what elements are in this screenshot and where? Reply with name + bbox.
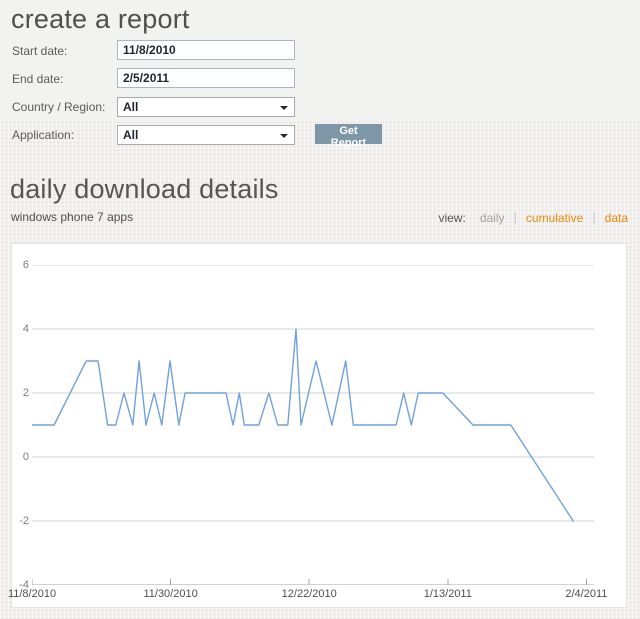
chevron-down-icon bbox=[280, 106, 288, 110]
end-date-label: End date: bbox=[12, 69, 116, 89]
start-date-label: Start date: bbox=[12, 41, 116, 61]
view-controls: view: daily | cumulative | data bbox=[438, 210, 628, 225]
y-axis-label: 6 bbox=[12, 258, 29, 272]
marketplace-report-page: { "report_form": { "title": "create a re… bbox=[0, 0, 640, 619]
x-axis-label: 12/22/2010 bbox=[282, 588, 337, 600]
get-report-button[interactable]: Get Report bbox=[315, 124, 382, 144]
end-date-input[interactable] bbox=[117, 68, 295, 88]
x-axis-label: 1/13/2011 bbox=[424, 588, 472, 600]
download-chart-panel: 6420-2-411/8/201011/30/201012/22/20101/1… bbox=[11, 243, 627, 608]
application-label: Application: bbox=[12, 125, 116, 145]
x-axis-label: 2/4/2011 bbox=[565, 588, 607, 600]
country-region-select[interactable]: All bbox=[117, 97, 295, 117]
application-select[interactable]: All bbox=[117, 125, 295, 145]
application-selected-value: All bbox=[118, 126, 294, 144]
series-line bbox=[32, 329, 573, 521]
view-option-daily[interactable]: daily bbox=[480, 211, 505, 225]
view-separator: | bbox=[592, 210, 595, 225]
country-region-selected-value: All bbox=[118, 98, 294, 116]
view-label: view: bbox=[438, 211, 465, 225]
start-date-input[interactable] bbox=[117, 40, 295, 60]
view-option-data[interactable]: data bbox=[605, 211, 628, 225]
y-axis-label: 4 bbox=[12, 322, 29, 336]
view-separator: | bbox=[514, 210, 517, 225]
x-axis-label: 11/8/2010 bbox=[8, 588, 56, 600]
y-axis-label: -2 bbox=[12, 514, 29, 528]
details-section-title: daily download details bbox=[10, 174, 279, 205]
x-axis-label: 11/30/2010 bbox=[143, 588, 197, 600]
chart-svg bbox=[32, 265, 594, 585]
details-subtitle: windows phone 7 apps bbox=[11, 210, 133, 224]
country-region-label: Country / Region: bbox=[12, 97, 116, 117]
page-title: create a report bbox=[11, 4, 190, 35]
chevron-down-icon bbox=[280, 134, 288, 138]
y-axis-label: 0 bbox=[12, 450, 29, 464]
y-axis-label: 2 bbox=[12, 386, 29, 400]
view-option-cumulative[interactable]: cumulative bbox=[526, 211, 583, 225]
